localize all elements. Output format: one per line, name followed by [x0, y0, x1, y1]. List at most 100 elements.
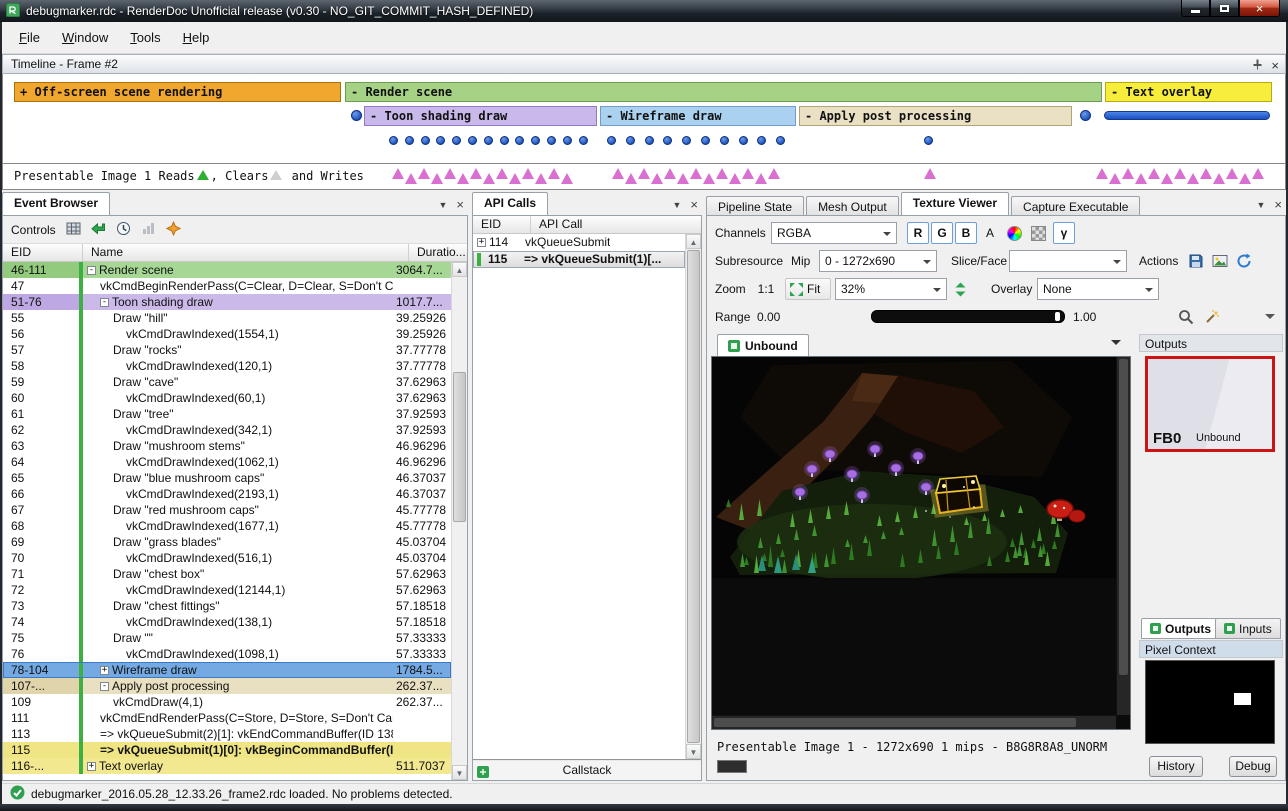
event-row-62[interactable]: 62vkCmdDrawIndexed(342,1)37.92593 — [3, 422, 451, 438]
overlay-combo[interactable]: None — [1037, 278, 1159, 300]
draw-dot[interactable] — [515, 136, 524, 145]
write-triangle-icon[interactable] — [755, 173, 767, 184]
callstack-section[interactable]: Callstack — [473, 759, 701, 780]
scrollbar-thumb[interactable] — [714, 718, 1076, 727]
expand-icon[interactable]: + — [477, 238, 486, 247]
write-triangle-icon[interactable] — [638, 168, 650, 179]
maximize-button[interactable] — [1210, 0, 1239, 17]
write-triangle-icon[interactable] — [431, 173, 443, 184]
close-panel-icon[interactable]: × — [456, 197, 464, 212]
draw-dot[interactable] — [547, 136, 556, 145]
write-triangle-icon[interactable] — [1109, 173, 1121, 184]
write-triangle-icon[interactable] — [703, 173, 715, 184]
texture-image[interactable] — [712, 357, 1117, 578]
write-triangle-icon[interactable] — [535, 173, 547, 184]
write-triangle-icon[interactable] — [677, 173, 689, 184]
event-row-58[interactable]: 58vkCmdDrawIndexed(120,1)37.77778 — [3, 358, 451, 374]
write-triangle-icon[interactable] — [444, 168, 456, 179]
tab-capture-executable[interactable]: Capture Executable — [1011, 196, 1140, 217]
api-row-115[interactable]: 115=> vkQueueSubmit(1)[... — [473, 251, 685, 268]
autofit-range-button[interactable] — [1201, 306, 1223, 328]
draw-dot[interactable] — [645, 136, 654, 145]
event-row-76[interactable]: 76vkCmdDrawIndexed(1098,1)57.33333 — [3, 646, 451, 662]
menu-file[interactable]: File — [8, 25, 51, 50]
write-triangle-icon[interactable] — [561, 173, 573, 184]
event-row-107-...[interactable]: 107-...-Apply post processing262.37... — [3, 678, 451, 694]
draw-dot[interactable] — [682, 136, 691, 145]
column-api-call[interactable]: API Call — [531, 216, 701, 233]
write-triangle-icon[interactable] — [651, 173, 663, 184]
write-triangle-icon[interactable] — [742, 168, 754, 179]
viewer-vscrollbar[interactable] — [1116, 357, 1130, 715]
draw-dot[interactable] — [776, 136, 785, 145]
event-row-78-104[interactable]: 78-104+Wireframe draw1784.5... — [3, 662, 451, 678]
draw-dot[interactable] — [436, 136, 445, 145]
event-row-72[interactable]: 72vkCmdDrawIndexed(12144,1)57.62963 — [3, 582, 451, 598]
event-row-67[interactable]: 67Draw "red mushroom caps"45.77778 — [3, 502, 451, 518]
write-triangle-icon[interactable] — [483, 173, 495, 184]
time-durations-icon[interactable] — [116, 221, 131, 239]
zoom-1to1-button[interactable]: 1:1 — [751, 278, 781, 300]
draw-dot[interactable] — [405, 136, 414, 145]
draw-dot[interactable] — [626, 136, 635, 145]
write-triangle-icon[interactable] — [1161, 173, 1173, 184]
write-triangle-icon[interactable] — [1122, 168, 1134, 179]
event-row-66[interactable]: 66vkCmdDrawIndexed(2193,1)46.37037 — [3, 486, 451, 502]
statistics-icon[interactable] — [141, 221, 156, 239]
write-triangle-icon[interactable] — [418, 168, 430, 179]
close-panel-icon[interactable]: × — [690, 197, 698, 212]
pin-icon[interactable] — [1252, 57, 1263, 75]
draw-marker-dot[interactable] — [1080, 110, 1091, 121]
minimize-button[interactable] — [1181, 0, 1210, 17]
write-triangle-icon[interactable] — [1148, 168, 1160, 179]
fit-button[interactable]: Fit — [785, 278, 831, 300]
history-button[interactable]: History — [1149, 756, 1203, 777]
zoom-range-button[interactable] — [1175, 306, 1197, 328]
tab-texture-viewer[interactable]: Texture Viewer — [901, 192, 1009, 215]
write-triangle-icon[interactable] — [392, 168, 404, 179]
write-triangle-icon[interactable] — [625, 173, 637, 184]
write-triangle-icon[interactable] — [457, 173, 469, 184]
timeline-section[interactable]: - Apply post processing — [799, 106, 1072, 126]
draw-dot[interactable] — [663, 136, 672, 145]
event-row-75[interactable]: 75Draw ""57.33333 — [3, 630, 451, 646]
event-row-111[interactable]: 111vkCmdEndRenderPass(C=Store, D=Store, … — [3, 710, 451, 726]
write-triangle-icon[interactable] — [1252, 168, 1264, 179]
scrollbar-thumb[interactable] — [453, 372, 466, 522]
scroll-up-icon[interactable]: ▲ — [686, 234, 701, 249]
event-row-46-111[interactable]: 46-111-Render scene3064.7... — [3, 262, 451, 278]
refresh-button[interactable] — [1233, 250, 1255, 272]
write-triangle-icon[interactable] — [470, 168, 482, 179]
draw-dot[interactable] — [468, 136, 477, 145]
jump-to-event-icon[interactable] — [91, 221, 106, 239]
write-triangle-icon[interactable] — [1135, 173, 1147, 184]
write-triangle-icon[interactable] — [664, 168, 676, 179]
event-row-115[interactable]: 115=> vkQueueSubmit(1)[0]: vkBeginComman… — [3, 742, 451, 758]
event-row-65[interactable]: 65Draw "blue mushroom caps"46.37037 — [3, 470, 451, 486]
range-slider[interactable] — [871, 310, 1065, 323]
column-eid[interactable]: EID — [473, 216, 531, 233]
tab-inputs[interactable]: Inputs — [1215, 618, 1281, 639]
tab-api-calls[interactable]: API Calls — [472, 192, 548, 215]
draw-dot[interactable] — [484, 136, 493, 145]
timeline-body[interactable]: + Off-screen scene rendering- Render sce… — [2, 74, 1286, 190]
scroll-down-icon[interactable]: ▼ — [686, 744, 701, 759]
write-triangle-icon[interactable] — [1226, 168, 1238, 179]
timeline-section[interactable]: - Toon shading draw — [364, 106, 597, 126]
timeline-section[interactable]: + Off-screen scene rendering — [14, 82, 341, 102]
event-row-113[interactable]: 113=> vkQueueSubmit(2)[1]: vkEndCommandB… — [3, 726, 451, 742]
zoom-combo[interactable]: 32% — [835, 278, 947, 300]
write-triangle-icon[interactable] — [729, 173, 741, 184]
event-row-74[interactable]: 74vkCmdDrawIndexed(138,1)57.18518 — [3, 614, 451, 630]
mip-combo[interactable]: 0 - 1272x690 — [819, 250, 937, 272]
write-triangle-icon[interactable] — [496, 168, 508, 179]
tab-pipeline-state[interactable]: Pipeline State — [706, 196, 804, 217]
write-triangle-icon[interactable] — [522, 168, 534, 179]
column-name[interactable]: Name — [83, 244, 409, 261]
scroll-down-icon[interactable]: ▼ — [452, 765, 467, 780]
chevron-down-icon[interactable]: ▼ — [1256, 200, 1265, 210]
event-row-56[interactable]: 56vkCmdDrawIndexed(1554,1)39.25926 — [3, 326, 451, 342]
range-slider-handle[interactable] — [1055, 312, 1060, 321]
timeline-section[interactable]: - Wireframe draw — [600, 106, 796, 126]
event-row-70[interactable]: 70vkCmdDrawIndexed(516,1)45.03704 — [3, 550, 451, 566]
